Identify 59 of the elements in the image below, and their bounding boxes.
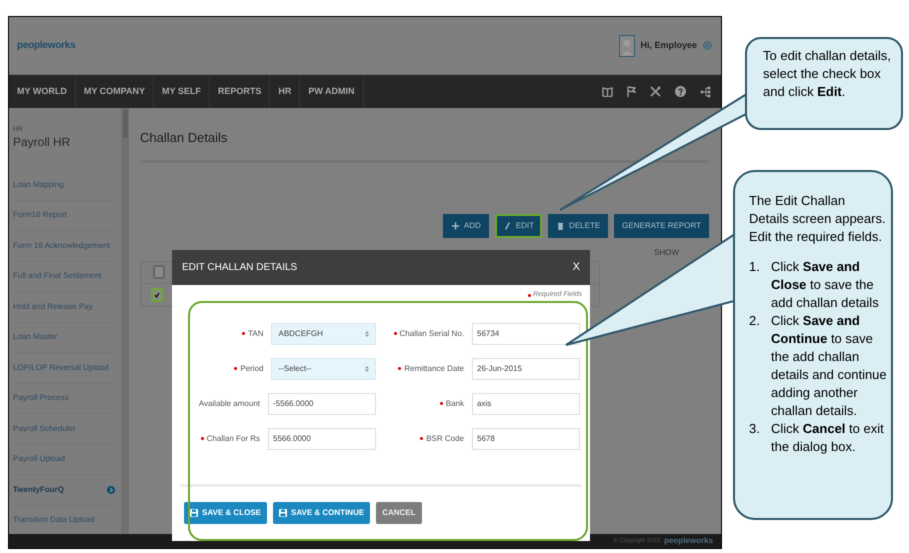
dropdown[interactable]: ABDCEFGH <box>271 322 376 344</box>
field-label: TAN <box>248 328 264 340</box>
flag-icon[interactable] <box>627 86 636 97</box>
dialog-button[interactable]: SAVE & CONTINUE <box>272 502 370 524</box>
sort-caret-icon <box>365 330 369 336</box>
trash-icon <box>556 220 566 230</box>
input-field[interactable]: axis <box>472 392 580 414</box>
toolbar-button[interactable]: ADD <box>442 214 489 238</box>
input-field[interactable]: 56734 <box>472 322 580 344</box>
dropdown[interactable]: --Select-- <box>271 358 376 380</box>
field-label: Challan Serial No. <box>400 328 464 340</box>
callout-note: To edit challan details, select the check box and click Edit. <box>745 37 903 130</box>
sidebar-item[interactable]: TwentyFourQ <box>13 484 64 496</box>
page-title: Challan Details <box>140 129 228 147</box>
help-icon[interactable] <box>675 86 686 97</box>
toolbar-button[interactable]: DELETE <box>548 214 608 238</box>
input-field[interactable]: 5678 <box>472 428 580 450</box>
step-number: 2. <box>749 312 761 330</box>
sort-caret-icon <box>365 366 369 372</box>
show-label: SHOW <box>654 246 679 258</box>
share-icon[interactable] <box>700 86 711 98</box>
pencil-icon <box>502 220 512 230</box>
callout-note: The Edit Challan Details screen appears. Edit the required fields. <box>749 192 887 246</box>
scrollbar-thumb[interactable] <box>122 110 128 138</box>
toolbar-button[interactable]: EDIT <box>494 214 542 238</box>
step-text: Click Save and Close to save the add challan details <box>771 258 880 312</box>
input-field[interactable]: 26-Jun-2015 <box>472 358 580 380</box>
check-icon <box>154 292 160 298</box>
required-dot-icon <box>528 294 531 297</box>
checkbox[interactable] <box>153 265 165 280</box>
field-label: Bank <box>446 398 464 410</box>
plus-icon <box>450 220 460 230</box>
toolbar-button[interactable]: GENERATE REPORT <box>614 214 709 238</box>
save-icon <box>278 508 287 516</box>
step-text: Click Cancel to exit the dialog box. <box>771 420 885 456</box>
input-field[interactable]: 5566.0000 <box>268 428 376 450</box>
expand-icon[interactable] <box>107 486 115 494</box>
input-field[interactable]: -5566.0000 <box>268 392 376 414</box>
step-number: 1. <box>749 258 761 276</box>
save-icon <box>190 508 198 516</box>
tools-icon[interactable] <box>650 86 661 97</box>
logo: peopleworks <box>17 39 76 53</box>
field-label: Period <box>240 362 264 374</box>
book-icon[interactable] <box>602 86 613 96</box>
dialog-button[interactable]: SAVE & CLOSE <box>184 502 267 524</box>
field-label: Challan For Rs <box>206 432 260 444</box>
sidebar-title: Payroll HR <box>13 136 72 148</box>
step-number: 3. <box>749 420 761 438</box>
step-text: Click Save and Continue to save the add challan details and continue adding another challan details. <box>771 312 887 420</box>
avatar-icon <box>619 34 636 56</box>
field-label: Remittance Date <box>404 362 464 374</box>
close-button[interactable]: X <box>572 259 580 276</box>
field-label: BSR Code <box>426 432 464 444</box>
footer-logo: peopleworks <box>664 535 713 547</box>
checkbox[interactable] <box>151 288 163 302</box>
dialog-title: EDIT CHALLAN DETAILS <box>182 261 298 275</box>
greeting: Hi, Employee <box>640 38 697 52</box>
field-label: Available amount <box>198 398 260 410</box>
dialog-button[interactable]: CANCEL <box>376 502 422 524</box>
